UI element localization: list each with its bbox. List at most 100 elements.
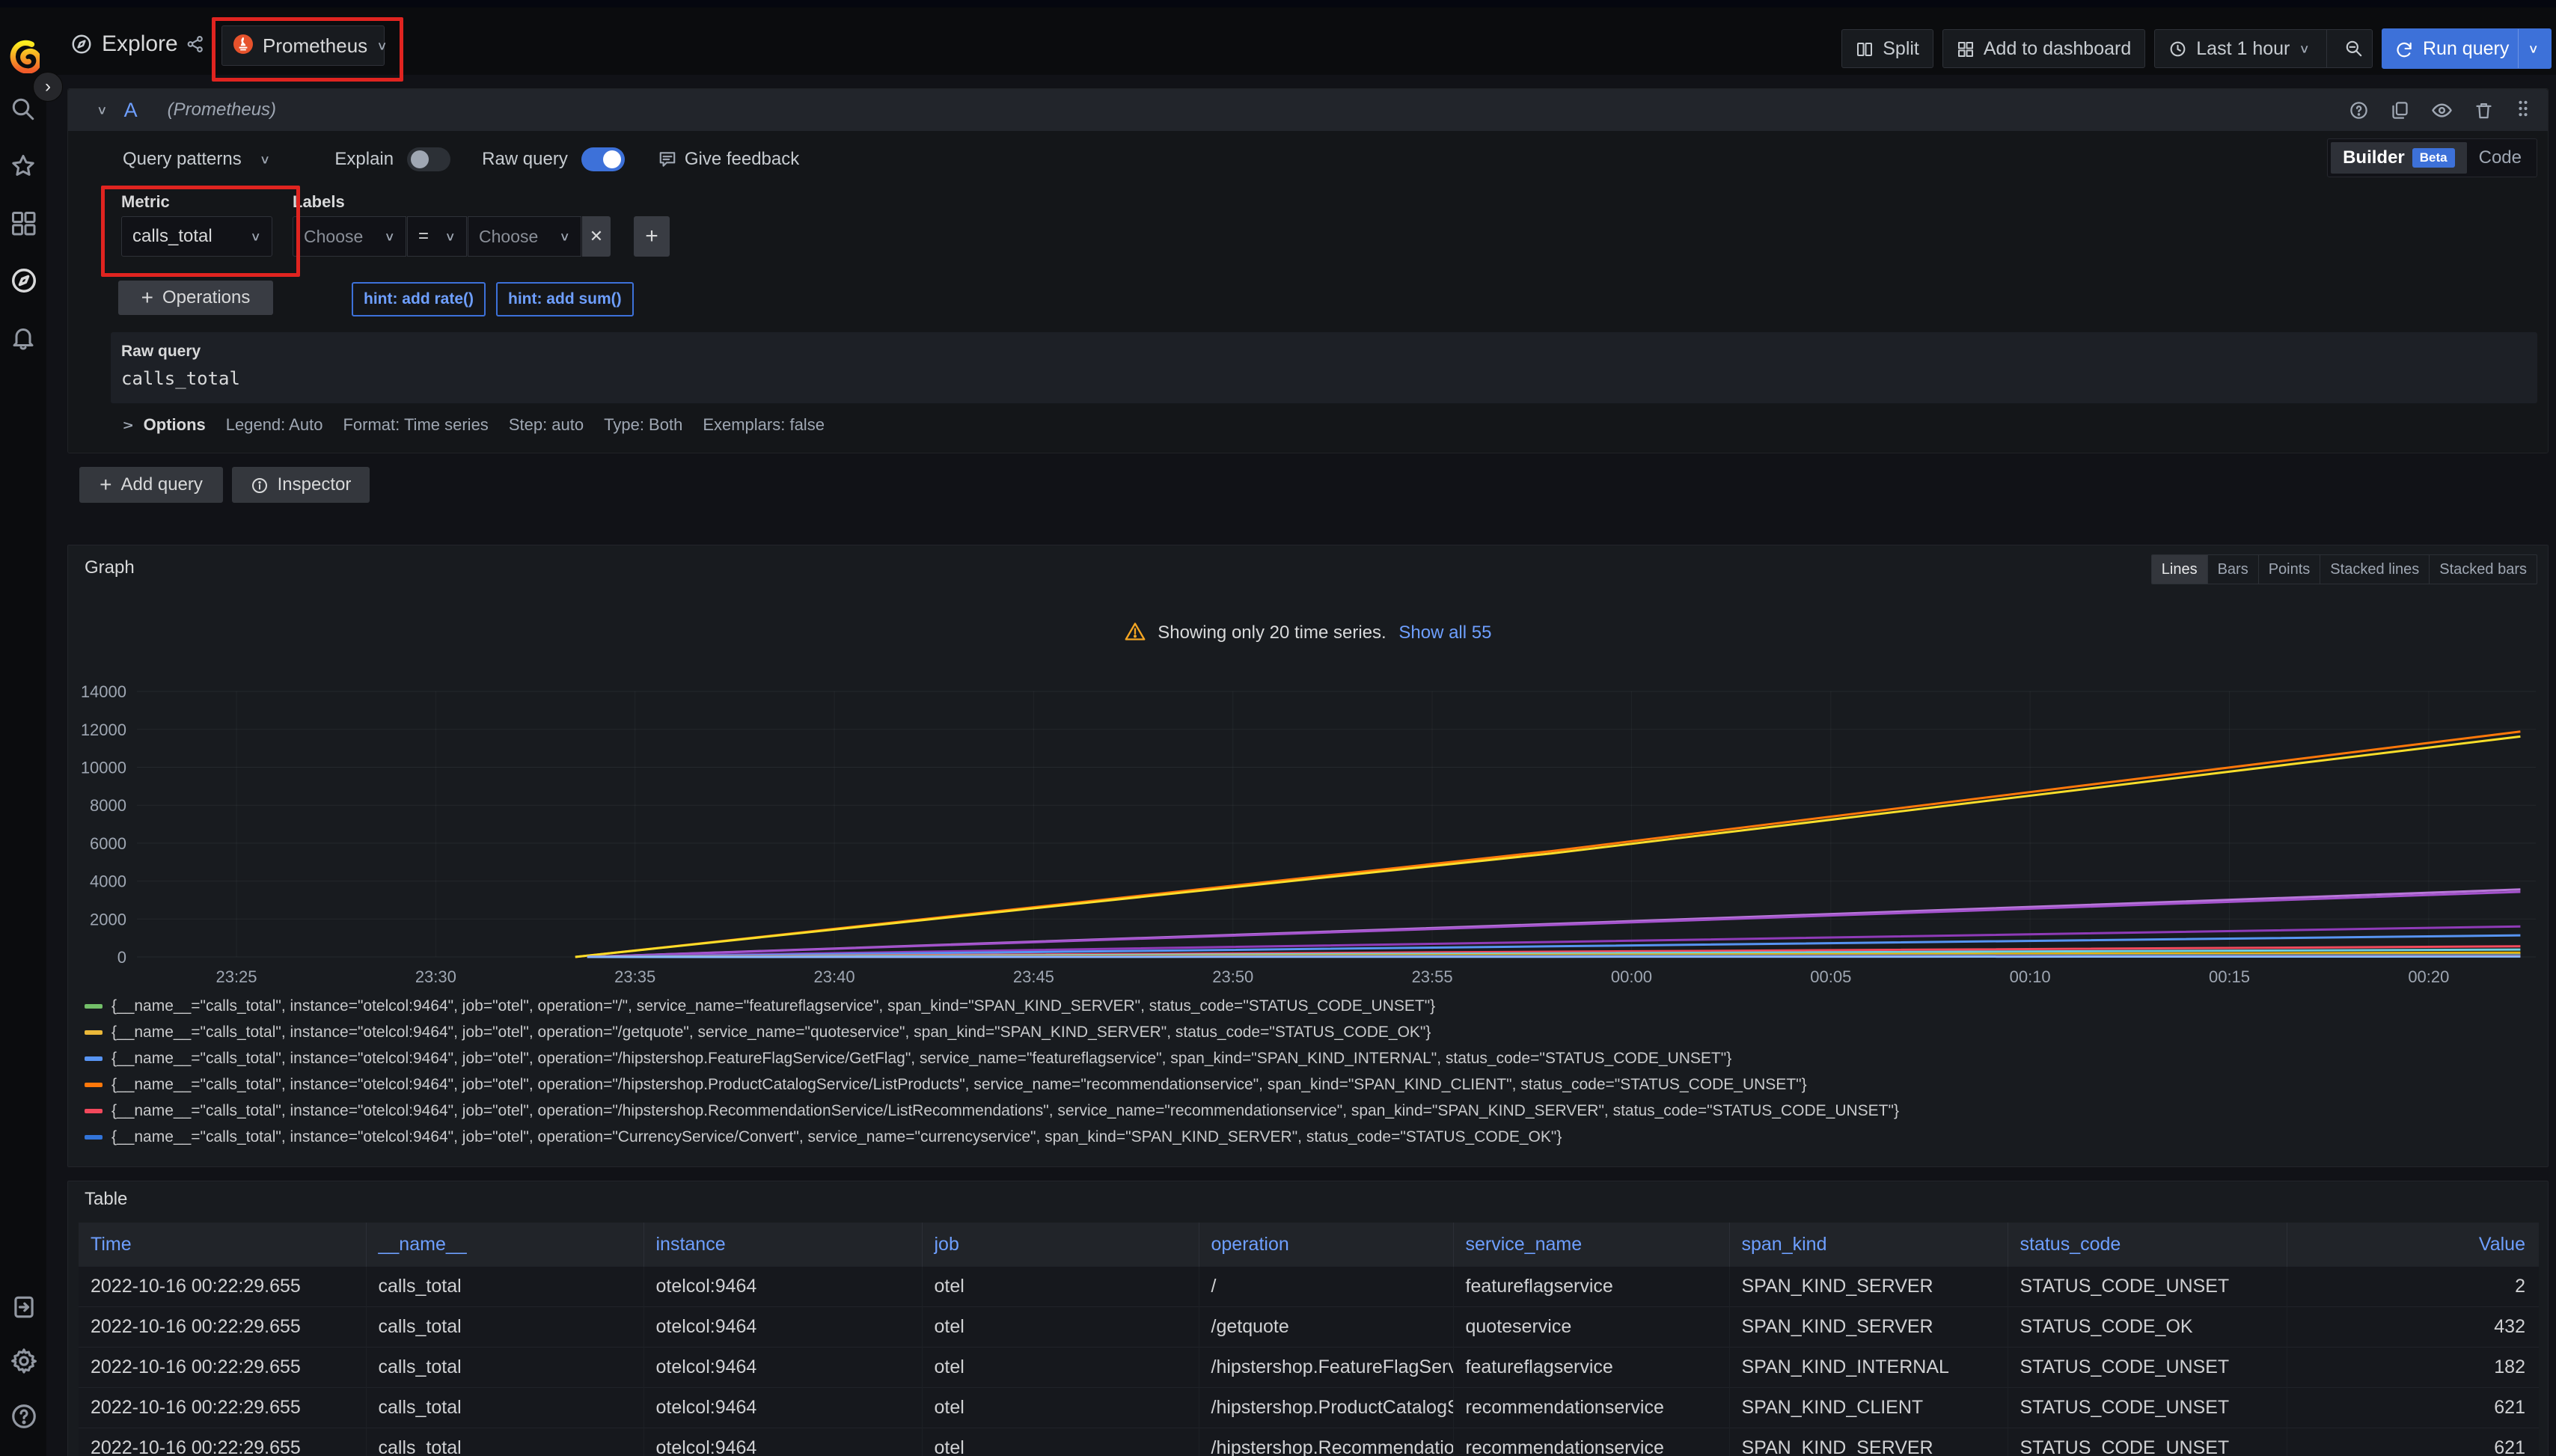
explain-toggle[interactable] bbox=[407, 147, 450, 171]
help-icon[interactable] bbox=[10, 1402, 38, 1431]
legend-item[interactable]: {__name__="calls_total", instance="otelc… bbox=[85, 1071, 2533, 1098]
label-operator-select[interactable]: = ∨ bbox=[407, 216, 467, 257]
sidebar-expand-button[interactable]: › bbox=[33, 72, 63, 102]
svg-text:23:45: 23:45 bbox=[1013, 967, 1054, 986]
legend-item[interactable]: {__name__="calls_total", instance="otelc… bbox=[85, 1150, 2533, 1154]
add-query-button[interactable]: + Add query bbox=[79, 467, 223, 503]
query-datasource-hint: (Prometheus) bbox=[168, 100, 276, 120]
share-icon[interactable] bbox=[186, 34, 205, 54]
explore-compass-icon[interactable] bbox=[10, 266, 38, 295]
hint-add-sum-button[interactable]: hint: add sum() bbox=[496, 282, 634, 316]
chevron-down-icon[interactable]: ∨ bbox=[2528, 41, 2539, 56]
table-cell: otel bbox=[922, 1428, 1199, 1456]
duplicate-query-icon[interactable] bbox=[2390, 100, 2410, 120]
time-range-group: Last 1 hour ∨ bbox=[2154, 29, 2373, 68]
operations-button[interactable]: + Operations bbox=[118, 281, 273, 315]
feedback-comment-icon bbox=[658, 150, 677, 169]
explore-header-compass-icon bbox=[70, 33, 93, 55]
code-tab[interactable]: Code bbox=[2467, 142, 2534, 174]
show-all-series-link[interactable]: Show all 55 bbox=[1398, 623, 1491, 643]
table-row: 2022-10-16 00:22:29.655calls_totalotelco… bbox=[79, 1307, 2539, 1348]
column-header-value[interactable]: Value bbox=[2287, 1223, 2539, 1267]
hide-query-eye-icon[interactable] bbox=[2431, 100, 2453, 121]
sign-in-icon[interactable] bbox=[10, 1293, 38, 1321]
table-cell: otel bbox=[922, 1388, 1199, 1428]
table-cell: 2 bbox=[2287, 1267, 2539, 1307]
raw-query-toggle[interactable] bbox=[581, 147, 625, 171]
warning-text: Showing only 20 time series. bbox=[1158, 623, 1386, 643]
column-header-operation[interactable]: operation bbox=[1199, 1223, 1453, 1267]
dashboard-grid-icon bbox=[1957, 38, 1975, 60]
add-to-dashboard-label: Add to dashboard bbox=[1984, 38, 2131, 60]
add-to-dashboard-button[interactable]: Add to dashboard bbox=[1942, 29, 2145, 68]
inspector-button[interactable]: Inspector bbox=[232, 467, 370, 503]
table-cell: /getquote bbox=[1199, 1307, 1453, 1348]
legend-swatch bbox=[85, 1109, 103, 1113]
search-icon[interactable] bbox=[10, 96, 37, 123]
query-editor-card: ∨ A (Prometheus) Query patterns ∨ Explai… bbox=[67, 88, 2549, 453]
dashboards-icon[interactable] bbox=[10, 209, 37, 236]
explain-label: Explain bbox=[334, 149, 394, 170]
raw-query-toggle-label: Raw query bbox=[482, 149, 568, 170]
give-feedback-link[interactable]: Give feedback bbox=[685, 149, 799, 170]
builder-code-switch: BuilderBeta Code bbox=[2327, 138, 2537, 177]
legend-item[interactable]: {__name__="calls_total", instance="otelc… bbox=[85, 1124, 2533, 1150]
table-cell: /hipstershop.ProductCatalogS... bbox=[1199, 1388, 1453, 1428]
split-button[interactable]: Split bbox=[1841, 29, 1933, 68]
run-query-button[interactable]: Run query ∨ bbox=[2382, 28, 2552, 69]
graph-mode-bars[interactable]: Bars bbox=[2207, 555, 2258, 584]
graph-mode-points[interactable]: Points bbox=[2258, 555, 2320, 584]
settings-gear-icon[interactable] bbox=[10, 1347, 38, 1375]
column-header-status-code[interactable]: status_code bbox=[2008, 1223, 2287, 1267]
table-cell: calls_total bbox=[366, 1267, 643, 1307]
drag-handle-icon[interactable] bbox=[2515, 98, 2531, 123]
table-row: 2022-10-16 00:22:29.655calls_totalotelco… bbox=[79, 1428, 2539, 1456]
alerting-bell-icon[interactable] bbox=[10, 324, 37, 351]
table-cell: recommendationservice bbox=[1453, 1388, 1729, 1428]
collapse-chevron-icon[interactable]: ∨ bbox=[97, 103, 108, 117]
options-label: Options bbox=[144, 415, 206, 435]
legend-item[interactable]: {__name__="calls_total", instance="otelc… bbox=[85, 993, 2533, 1019]
series-limit-warning: Showing only 20 time series. Show all 55 bbox=[68, 622, 2548, 646]
starred-icon[interactable] bbox=[10, 153, 37, 180]
table-cell: otelcol:9464 bbox=[643, 1428, 922, 1456]
label-key-placeholder: Choose bbox=[304, 227, 363, 247]
time-range-label[interactable]: Last 1 hour bbox=[2196, 38, 2290, 60]
hint-add-rate-button[interactable]: hint: add rate() bbox=[352, 282, 486, 316]
remove-label-filter-button[interactable]: ✕ bbox=[582, 216, 611, 257]
graph-mode-stacked-lines[interactable]: Stacked lines bbox=[2320, 555, 2429, 584]
graph-mode-stacked-bars[interactable]: Stacked bars bbox=[2429, 555, 2537, 584]
table-cell: otelcol:9464 bbox=[643, 1267, 922, 1307]
legend-item[interactable]: {__name__="calls_total", instance="otelc… bbox=[85, 1098, 2533, 1124]
table-cell: calls_total bbox=[366, 1428, 643, 1456]
grafana-logo[interactable] bbox=[8, 39, 40, 77]
metric-select[interactable]: calls_total ∨ bbox=[121, 216, 272, 257]
builder-tab[interactable]: BuilderBeta bbox=[2331, 142, 2467, 174]
column-header-time[interactable]: Time bbox=[79, 1223, 366, 1267]
add-label-filter-button[interactable]: + bbox=[634, 216, 670, 257]
column-header---name--[interactable]: __name__ bbox=[366, 1223, 643, 1267]
datasource-picker[interactable]: Prometheus ∨ bbox=[221, 25, 385, 66]
table-row: 2022-10-16 00:22:29.655calls_totalotelco… bbox=[79, 1388, 2539, 1428]
column-header-instance[interactable]: instance bbox=[643, 1223, 922, 1267]
column-header-span-kind[interactable]: span_kind bbox=[1729, 1223, 2008, 1267]
svg-text:00:15: 00:15 bbox=[2209, 967, 2250, 986]
zoom-out-button[interactable] bbox=[2336, 30, 2372, 67]
table-cell: otelcol:9464 bbox=[643, 1388, 922, 1428]
delete-query-trash-icon[interactable] bbox=[2474, 100, 2494, 120]
label-key-select[interactable]: Choose ∨ bbox=[293, 216, 406, 257]
table-cell: otelcol:9464 bbox=[643, 1348, 922, 1388]
options-row[interactable]: ∨ Options Legend: AutoFormat: Time serie… bbox=[122, 415, 845, 435]
column-header-job[interactable]: job bbox=[922, 1223, 1199, 1267]
graph-mode-lines[interactable]: Lines bbox=[2152, 555, 2207, 584]
label-operator-value: = bbox=[418, 226, 429, 247]
time-series-chart[interactable]: 0200040006000800010000120001400023:2523:… bbox=[68, 667, 2549, 1003]
label-value-select[interactable]: Choose ∨ bbox=[468, 216, 581, 257]
query-help-icon[interactable] bbox=[2349, 100, 2369, 120]
legend-item[interactable]: {__name__="calls_total", instance="otelc… bbox=[85, 1045, 2533, 1071]
query-patterns-dropdown[interactable]: Query patterns bbox=[123, 149, 242, 170]
query-row-header[interactable]: ∨ A (Prometheus) bbox=[68, 89, 2548, 131]
table-cell: otelcol:9464 bbox=[643, 1307, 922, 1348]
legend-item[interactable]: {__name__="calls_total", instance="otelc… bbox=[85, 1019, 2533, 1045]
column-header-service-name[interactable]: service_name bbox=[1453, 1223, 1729, 1267]
